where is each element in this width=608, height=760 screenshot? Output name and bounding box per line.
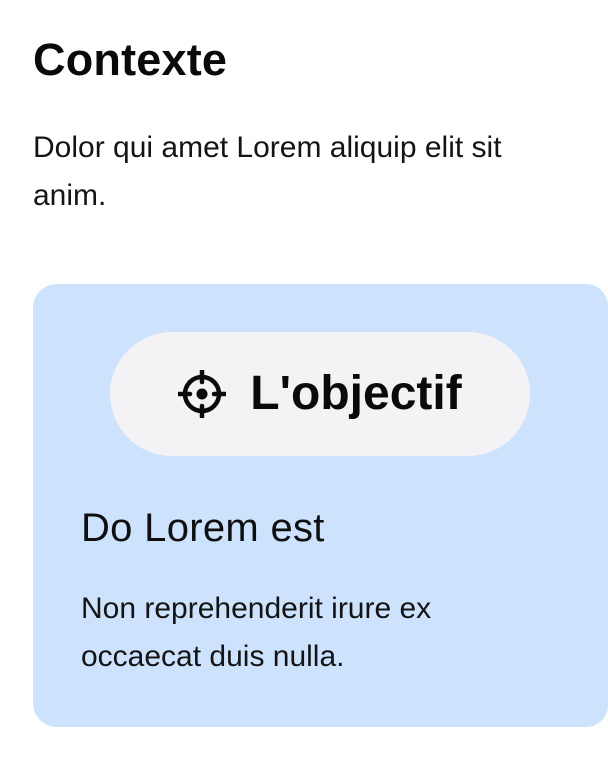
target-crosshair-icon (178, 370, 227, 418)
card-text: Non reprehenderit irure ex occaecat duis… (81, 592, 432, 673)
objective-pill-label: L'objectif (250, 367, 462, 420)
objective-card: L'objectif Do Lorem est Non reprehenderi… (33, 284, 608, 727)
section-intro: Dolor qui amet Lorem aliquip elit sit an… (33, 131, 502, 212)
card-heading: Do Lorem est (81, 506, 325, 550)
page-content: Contexte Dolor qui amet Lorem aliquip el… (33, 0, 608, 760)
objective-pill: L'objectif (110, 332, 530, 456)
section-title: Contexte (33, 34, 228, 85)
